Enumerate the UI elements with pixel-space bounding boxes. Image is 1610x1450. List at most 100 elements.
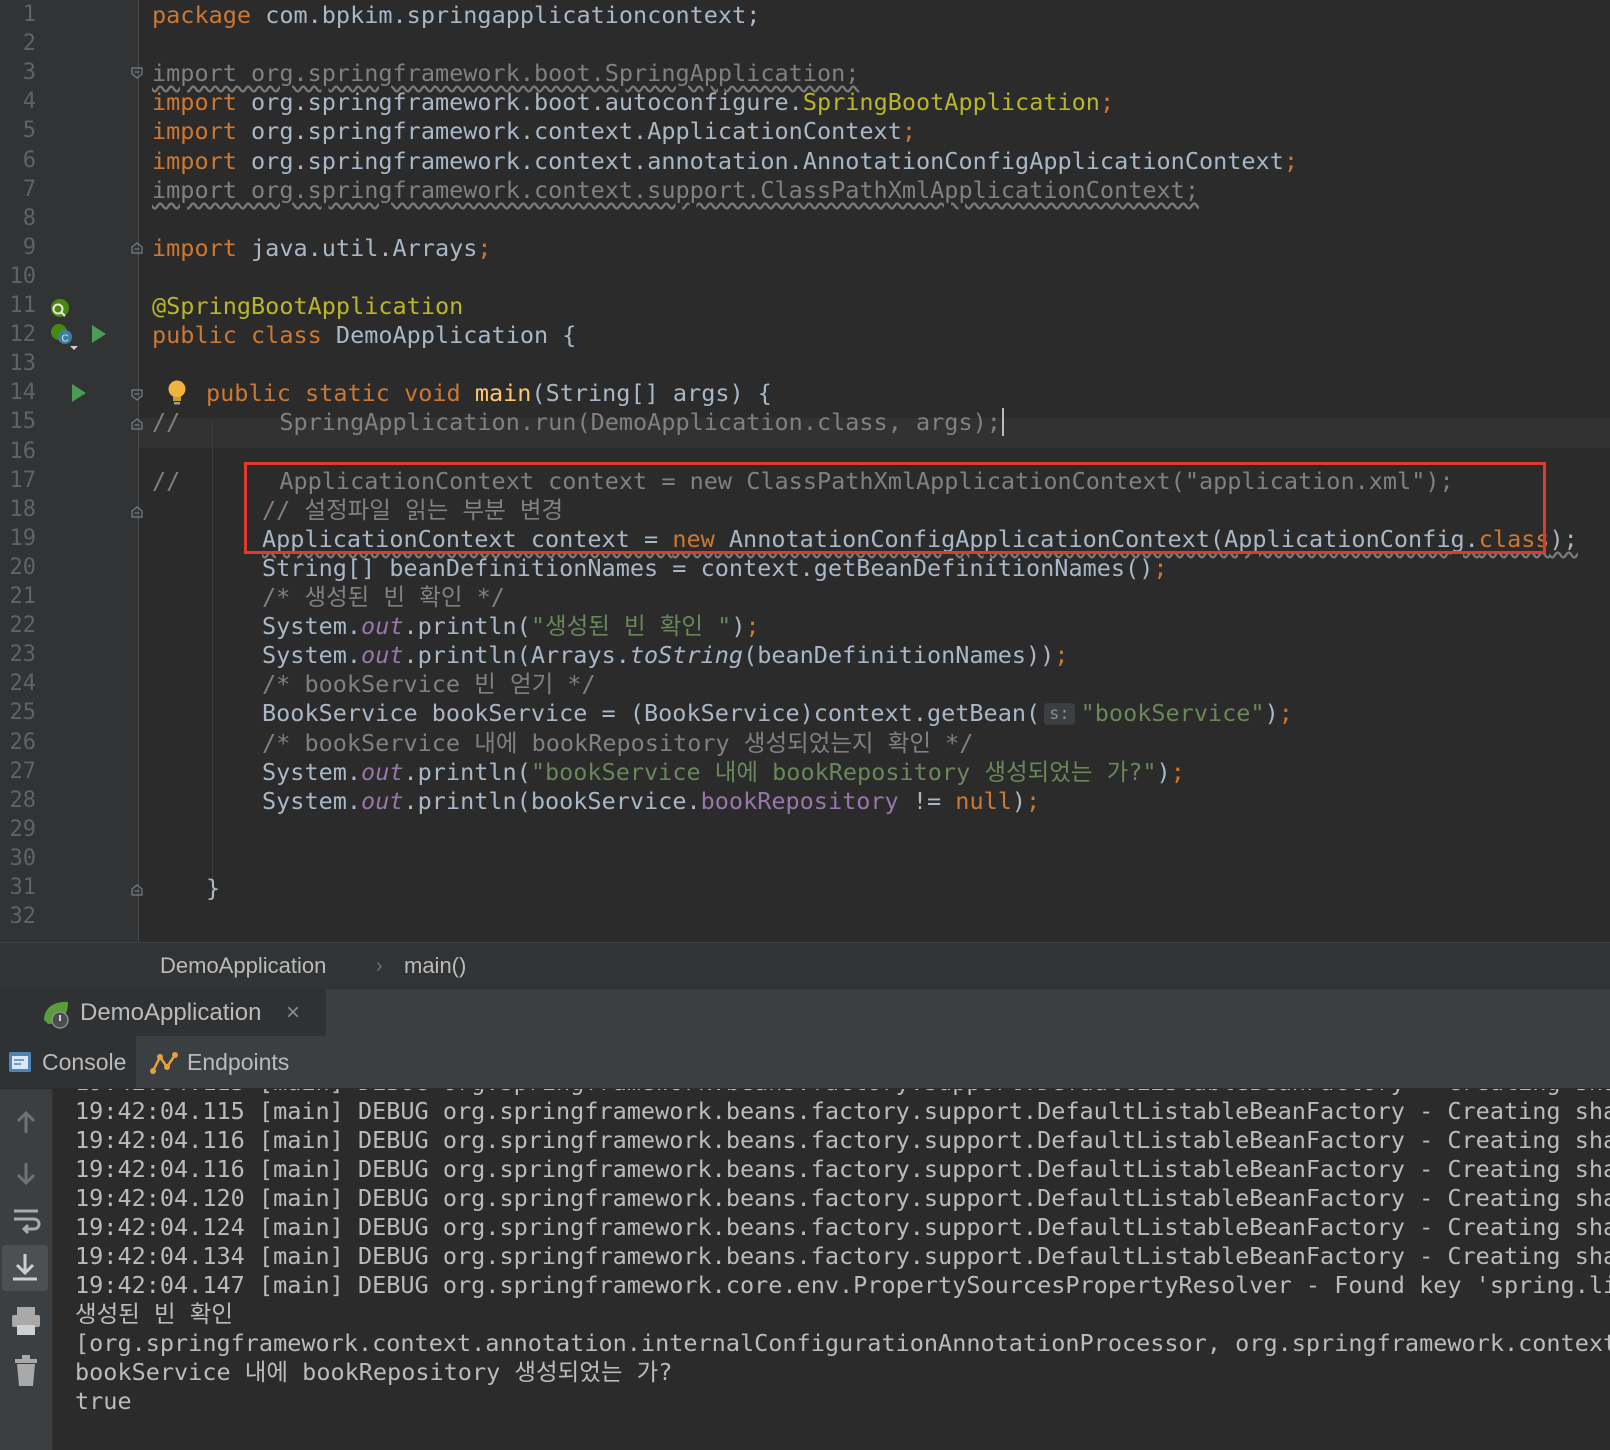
line-number[interactable]: 32 — [0, 902, 37, 932]
line-number[interactable]: 8 — [0, 204, 36, 234]
line-number[interactable]: 5 — [0, 116, 36, 146]
line-number[interactable]: 12 — [0, 320, 37, 350]
breadcrumb-separator: › — [376, 955, 383, 977]
console-line-output: bookService 내에 bookRepository 생성되었는 가? — [75, 1358, 673, 1386]
code-line-import-unused[interactable]: import org.springframework.context.suppo… — [152, 175, 1199, 205]
console-line: 19:42:04.124 [main] DEBUG org.springfram… — [75, 1213, 1610, 1241]
console-line-output: true — [75, 1387, 132, 1415]
code-line-println[interactable]: System.out.println(Arrays.toString(beanD… — [262, 640, 1068, 670]
code-line-package[interactable]: package com.bpkim.springapplicationconte… — [152, 0, 760, 30]
endpoints-icon — [150, 1052, 178, 1074]
code-line-println[interactable]: System.out.println("bookService 내에 bookR… — [262, 757, 1185, 787]
breadcrumb-item-method[interactable]: main() — [404, 943, 466, 989]
fold-marker-icon[interactable] — [131, 67, 143, 79]
highlight-annotation-box — [244, 462, 1546, 554]
code-line-println[interactable]: System.out.println(bookService.bookRepos… — [262, 786, 1040, 816]
line-number[interactable]: 13 — [0, 349, 37, 379]
code-line-comment[interactable]: /* bookService 내에 bookRepository 생성되었는지 … — [262, 728, 973, 758]
line-number[interactable]: 7 — [0, 175, 36, 205]
console-line: 19:42:04.116 [main] DEBUG org.springfram… — [75, 1126, 1610, 1154]
code-line-main-decl[interactable]: public static void main(String[] args) { — [206, 378, 772, 408]
console-icon — [9, 1052, 31, 1072]
code-line-bean-names[interactable]: String[] beanDefinitionNames = context.g… — [262, 553, 1168, 583]
code-line-class-decl[interactable]: public class DemoApplication { — [152, 320, 576, 350]
line-number[interactable]: 28 — [0, 786, 37, 816]
code-line-import[interactable]: import org.springframework.context.Appli… — [152, 116, 916, 146]
line-number[interactable]: 22 — [0, 611, 37, 641]
line-number[interactable]: 17 — [0, 466, 37, 496]
spring-bean-icon[interactable] — [48, 296, 72, 320]
svg-text:C: C — [62, 334, 69, 345]
tab-console[interactable]: Console — [0, 1036, 136, 1088]
code-line-import[interactable]: import org.springframework.context.annot… — [152, 146, 1298, 176]
run-tab-demoapplication[interactable]: DemoApplication × — [0, 989, 326, 1037]
line-number[interactable]: 24 — [0, 669, 37, 699]
fold-end-icon[interactable] — [131, 884, 143, 896]
lightbulb-icon[interactable] — [166, 379, 188, 407]
line-number[interactable]: 15 — [0, 407, 37, 437]
arrow-up-icon[interactable] — [6, 1103, 46, 1143]
console-line: 19:42:04.134 [main] DEBUG org.springfram… — [75, 1242, 1610, 1270]
fold-end-icon[interactable] — [131, 418, 143, 430]
line-number[interactable]: 21 — [0, 582, 37, 612]
tab-endpoints[interactable]: Endpoints — [137, 1036, 305, 1088]
code-editor[interactable]: 1 2 3 4 5 6 7 8 9 10 11 12 13 14 15 16 1… — [0, 0, 1610, 942]
run-class-icon[interactable] — [90, 323, 108, 345]
trash-icon[interactable] — [6, 1351, 46, 1391]
line-number[interactable]: 26 — [0, 728, 37, 758]
line-number[interactable]: 9 — [0, 233, 36, 263]
parameter-hint: s: — [1044, 703, 1075, 725]
line-number[interactable]: 1 — [0, 0, 36, 30]
code-line-comment[interactable]: /* bookService 빈 얻기 */ — [262, 669, 596, 699]
line-number[interactable]: 10 — [0, 262, 37, 292]
gutter-divider — [138, 0, 139, 942]
line-number[interactable]: 31 — [0, 873, 37, 903]
scroll-to-end-toggle[interactable] — [2, 1245, 48, 1291]
line-number[interactable]: 6 — [0, 146, 36, 176]
fold-end-icon[interactable] — [131, 242, 143, 254]
console-tab-bar: Console Endpoints — [0, 1036, 1610, 1089]
code-line-commented-run[interactable]: // SpringApplication.run(DemoApplication… — [152, 407, 1004, 437]
print-icon[interactable] — [6, 1301, 46, 1341]
code-line-import[interactable]: import java.util.Arrays; — [152, 233, 492, 263]
line-number[interactable]: 19 — [0, 524, 37, 554]
run-main-icon[interactable] — [70, 382, 88, 404]
line-number[interactable]: 3 — [0, 58, 36, 88]
code-line-get-bean[interactable]: BookService bookService = (BookService)c… — [262, 698, 1293, 728]
text-caret — [1001, 408, 1004, 436]
line-number[interactable]: 16 — [0, 437, 37, 467]
run-configuration-tabs: DemoApplication × — [0, 988, 1610, 1037]
breadcrumb-item-class[interactable]: DemoApplication — [160, 943, 326, 989]
code-line-import-unused[interactable]: import org.springframework.boot.SpringAp… — [152, 58, 859, 88]
close-icon[interactable]: × — [286, 989, 300, 1037]
console-line: 19:42:04.115 [main] DEBUG org.springfram… — [75, 1097, 1610, 1125]
console-line: 19:42:04.147 [main] DEBUG org.springfram… — [75, 1271, 1610, 1299]
code-line-println[interactable]: System.out.println("생성된 빈 확인 "); — [262, 611, 760, 641]
code-line-comment[interactable]: /* 생성된 빈 확인 */ — [262, 582, 505, 612]
breadcrumb: DemoApplication › main() — [0, 942, 1610, 989]
code-line-annotation[interactable]: @SpringBootApplication — [152, 291, 463, 321]
console-line: 19:42:04.116 [main] DEBUG org.springfram… — [75, 1155, 1610, 1183]
line-number[interactable]: 27 — [0, 757, 37, 787]
console-line-output: 생성된 빈 확인 — [75, 1300, 234, 1328]
line-number[interactable]: 23 — [0, 640, 37, 670]
line-number[interactable]: 25 — [0, 698, 37, 728]
line-number[interactable]: 18 — [0, 495, 37, 525]
line-number[interactable]: 11 — [0, 291, 37, 321]
line-number[interactable]: 29 — [0, 815, 37, 845]
line-number[interactable]: 30 — [0, 844, 37, 874]
line-number[interactable]: 14 — [0, 378, 37, 408]
tab-endpoints-label: Endpoints — [187, 1049, 290, 1075]
soft-wrap-icon[interactable] — [6, 1199, 46, 1239]
code-line-close-brace[interactable]: } — [206, 873, 220, 903]
line-number[interactable]: 2 — [0, 29, 36, 59]
console-output[interactable]: 19:42:04.113 [main] DEBUG org.springfram… — [53, 1089, 1610, 1450]
spring-class-icon[interactable]: C — [48, 322, 82, 352]
line-number[interactable]: 20 — [0, 553, 37, 583]
fold-end-icon[interactable] — [131, 506, 143, 518]
line-number[interactable]: 4 — [0, 87, 36, 117]
spring-boot-run-icon — [44, 1001, 69, 1029]
arrow-down-icon[interactable] — [6, 1153, 46, 1193]
code-line-import[interactable]: import org.springframework.boot.autoconf… — [152, 87, 1114, 117]
fold-marker-icon[interactable] — [131, 389, 143, 401]
